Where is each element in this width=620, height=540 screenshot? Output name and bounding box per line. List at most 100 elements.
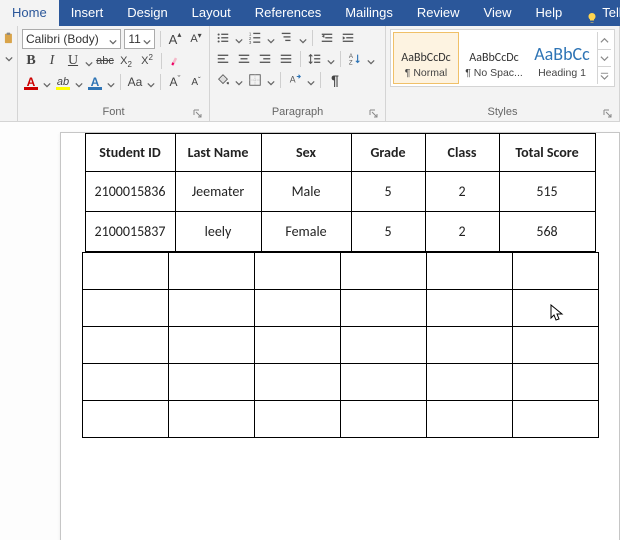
shading-dropdown-icon[interactable] bbox=[235, 76, 243, 84]
paragraph-dialog-launcher[interactable] bbox=[369, 109, 379, 119]
style-gallery-scroll bbox=[597, 32, 611, 84]
ribbon-tabs: Home Insert Design Layout References Mai… bbox=[0, 0, 620, 26]
tab-review[interactable]: Review bbox=[405, 0, 472, 26]
bold-button[interactable]: B bbox=[22, 52, 40, 70]
shrink-font-button[interactable]: A▾ bbox=[187, 30, 205, 48]
underline-dropdown-icon[interactable] bbox=[85, 57, 93, 65]
tab-layout[interactable]: Layout bbox=[180, 0, 243, 26]
col-total-score: Total Score bbox=[499, 134, 595, 172]
document-area[interactable]: Student ID Last Name Sex Grade Class Tot… bbox=[0, 122, 620, 540]
text-effects-dropdown-icon[interactable] bbox=[107, 78, 115, 86]
tab-home[interactable]: Home bbox=[0, 0, 59, 26]
style-preview: AaBbCc bbox=[534, 37, 590, 65]
align-left-button[interactable] bbox=[214, 50, 232, 68]
bullets-button[interactable] bbox=[214, 29, 232, 47]
cell[interactable]: 5 bbox=[351, 172, 425, 212]
clear-formatting-button[interactable] bbox=[167, 52, 185, 70]
paste-icon[interactable] bbox=[2, 32, 16, 46]
decrease-indent-button[interactable] bbox=[318, 29, 336, 47]
styles-dialog-launcher[interactable] bbox=[603, 109, 613, 119]
tell-me[interactable]: Tell bbox=[574, 0, 620, 26]
sort-dropdown-icon[interactable] bbox=[367, 55, 375, 63]
char-scale-small-button[interactable]: Aˇ bbox=[187, 73, 205, 91]
cell[interactable]: 568 bbox=[499, 212, 595, 252]
tab-insert[interactable]: Insert bbox=[59, 0, 116, 26]
table-students[interactable]: Student ID Last Name Sex Grade Class Tot… bbox=[85, 133, 596, 252]
table-header-row: Student ID Last Name Sex Grade Class Tot… bbox=[85, 134, 595, 172]
increase-indent-button[interactable] bbox=[339, 29, 357, 47]
cell[interactable]: 2 bbox=[425, 212, 499, 252]
tab-view[interactable]: View bbox=[472, 0, 524, 26]
cell[interactable]: Female bbox=[261, 212, 351, 252]
cell[interactable]: 515 bbox=[499, 172, 595, 212]
text-direction-button[interactable]: A bbox=[286, 71, 304, 89]
align-justify-button[interactable] bbox=[277, 50, 295, 68]
align-right-button[interactable] bbox=[256, 50, 274, 68]
chevron-down-icon bbox=[109, 35, 117, 43]
gallery-more-button[interactable] bbox=[598, 67, 611, 84]
underline-button[interactable]: U bbox=[64, 52, 82, 70]
cell[interactable]: leely bbox=[175, 212, 261, 252]
clipboard-group bbox=[0, 26, 18, 121]
col-last-name: Last Name bbox=[175, 134, 261, 172]
font-size-combo[interactable]: 11 bbox=[124, 29, 155, 49]
style-no-spacing[interactable]: AaBbCcDc ¶ No Spac... bbox=[461, 32, 527, 84]
cell[interactable]: 2100015836 bbox=[85, 172, 175, 212]
tab-design[interactable]: Design bbox=[115, 0, 179, 26]
tab-help[interactable]: Help bbox=[523, 0, 574, 26]
multilevel-dropdown-icon[interactable] bbox=[299, 34, 307, 42]
superscript-button[interactable]: X bbox=[138, 52, 156, 70]
font-color-button[interactable]: A bbox=[22, 73, 40, 91]
text-direction-dropdown-icon[interactable] bbox=[307, 76, 315, 84]
table-empty[interactable] bbox=[82, 252, 599, 438]
cell[interactable]: Male bbox=[261, 172, 351, 212]
paste-dropdown-icon[interactable] bbox=[5, 52, 13, 60]
borders-button[interactable] bbox=[246, 71, 264, 89]
gallery-down-button[interactable] bbox=[598, 50, 611, 68]
line-spacing-button[interactable] bbox=[306, 50, 324, 68]
style-heading1[interactable]: AaBbCc Heading 1 bbox=[529, 32, 595, 84]
font-color-dropdown-icon[interactable] bbox=[43, 78, 51, 86]
strikethrough-button[interactable]: abc bbox=[96, 52, 114, 70]
subscript-button[interactable]: X bbox=[117, 52, 135, 70]
show-marks-button[interactable]: ¶ bbox=[326, 71, 344, 89]
table-row[interactable] bbox=[82, 364, 598, 401]
cell[interactable]: 2 bbox=[425, 172, 499, 212]
char-scale-button[interactable]: Aˇ bbox=[166, 73, 184, 91]
cell[interactable]: 5 bbox=[351, 212, 425, 252]
italic-button[interactable]: I bbox=[43, 52, 61, 70]
lightbulb-icon bbox=[586, 7, 598, 19]
font-dialog-launcher[interactable] bbox=[193, 109, 203, 119]
gallery-up-button[interactable] bbox=[598, 32, 611, 50]
sort-button[interactable]: AZ bbox=[346, 50, 364, 68]
shading-button[interactable] bbox=[214, 71, 232, 89]
borders-dropdown-icon[interactable] bbox=[267, 76, 275, 84]
numbering-button[interactable]: 123 bbox=[246, 29, 264, 47]
cell[interactable]: Jeemater bbox=[175, 172, 261, 212]
tab-mailings[interactable]: Mailings bbox=[333, 0, 405, 26]
table-row[interactable] bbox=[82, 290, 598, 327]
styles-group: AaBbCcDc ¶ Normal AaBbCcDc ¶ No Spac... … bbox=[386, 26, 620, 121]
multilevel-button[interactable] bbox=[278, 29, 296, 47]
table-row[interactable] bbox=[82, 401, 598, 438]
svg-text:3: 3 bbox=[249, 40, 252, 45]
change-case-dropdown-icon[interactable] bbox=[147, 78, 155, 86]
col-student-id: Student ID bbox=[85, 134, 175, 172]
style-normal[interactable]: AaBbCcDc ¶ Normal bbox=[393, 32, 459, 84]
font-name-combo[interactable]: Calibri (Body) bbox=[22, 29, 121, 49]
bullets-dropdown-icon[interactable] bbox=[235, 34, 243, 42]
align-center-button[interactable] bbox=[235, 50, 253, 68]
highlight-button[interactable]: ab bbox=[54, 73, 72, 91]
text-effects-button[interactable]: A bbox=[86, 73, 104, 91]
table-row[interactable] bbox=[82, 253, 598, 290]
table-row[interactable] bbox=[82, 327, 598, 364]
table-row[interactable]: 2100015836 Jeemater Male 5 2 515 bbox=[85, 172, 595, 212]
tab-references[interactable]: References bbox=[243, 0, 333, 26]
highlight-dropdown-icon[interactable] bbox=[75, 78, 83, 86]
cell[interactable]: 2100015837 bbox=[85, 212, 175, 252]
line-spacing-dropdown-icon[interactable] bbox=[327, 55, 335, 63]
change-case-button[interactable]: Aa bbox=[126, 73, 144, 91]
grow-font-button[interactable]: A▴ bbox=[166, 30, 184, 48]
numbering-dropdown-icon[interactable] bbox=[267, 34, 275, 42]
table-row[interactable]: 2100015837 leely Female 5 2 568 bbox=[85, 212, 595, 252]
